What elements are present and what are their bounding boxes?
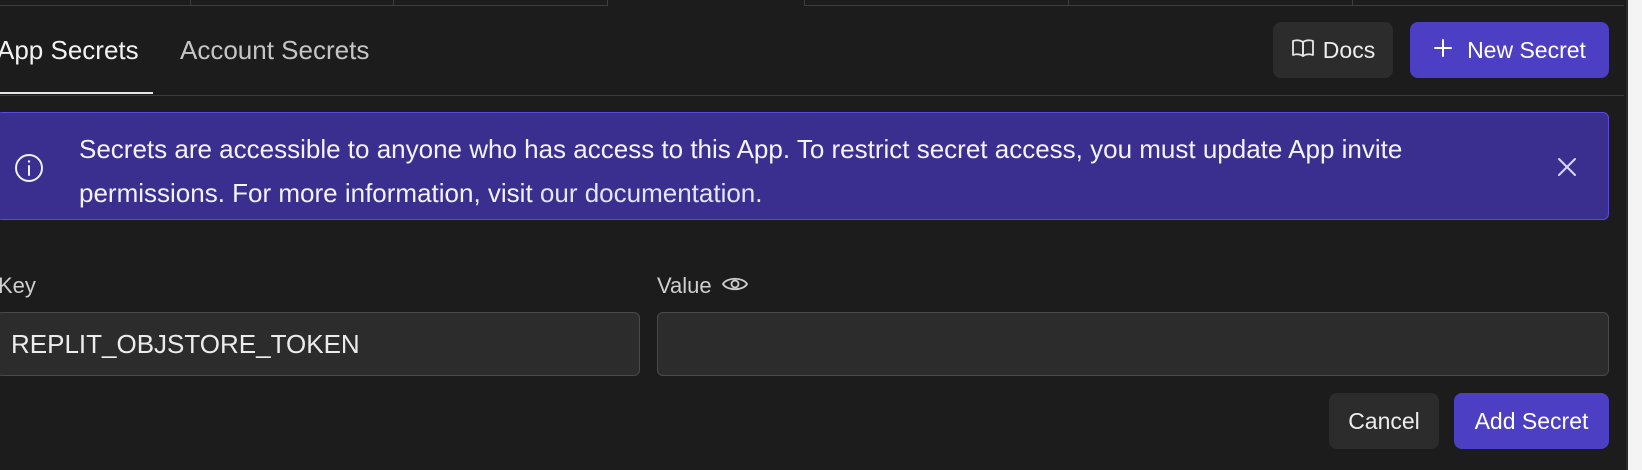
- value-input[interactable]: [657, 312, 1609, 376]
- new-secret-button[interactable]: New Secret: [1410, 22, 1609, 78]
- documentation-link[interactable]: our documentation: [540, 178, 755, 208]
- scrollbar[interactable]: [1626, 0, 1642, 470]
- secrets-tab-bar: App Secrets Account Secrets Docs New Sec…: [0, 0, 1624, 96]
- value-label: Value: [657, 273, 712, 298]
- info-banner: Secrets are accessible to anyone who has…: [0, 112, 1609, 220]
- tab-app-secrets[interactable]: App Secrets: [0, 30, 153, 94]
- eye-icon[interactable]: [721, 274, 748, 298]
- docs-button[interactable]: Docs: [1273, 22, 1393, 78]
- banner-message-end: .: [755, 178, 763, 208]
- book-open-icon: [1291, 37, 1315, 64]
- key-label: Key: [0, 273, 36, 298]
- new-secret-button-label: New Secret: [1467, 36, 1586, 63]
- info-icon: [14, 153, 44, 183]
- plus-icon: [1433, 37, 1453, 64]
- key-input[interactable]: [0, 312, 640, 376]
- cancel-button[interactable]: Cancel: [1329, 393, 1439, 449]
- secrets-panel: App Secrets Account Secrets Docs New Sec…: [0, 0, 1642, 470]
- scrollbar-track: [1626, 0, 1628, 470]
- docs-button-label: Docs: [1322, 36, 1376, 63]
- tab-account-secrets[interactable]: Account Secrets: [180, 30, 369, 94]
- value-label-group: Value: [657, 274, 748, 298]
- add-secret-button[interactable]: Add Secret: [1454, 393, 1609, 449]
- banner-message: Secrets are accessible to anyone who has…: [79, 127, 1519, 215]
- close-icon[interactable]: [1553, 153, 1581, 181]
